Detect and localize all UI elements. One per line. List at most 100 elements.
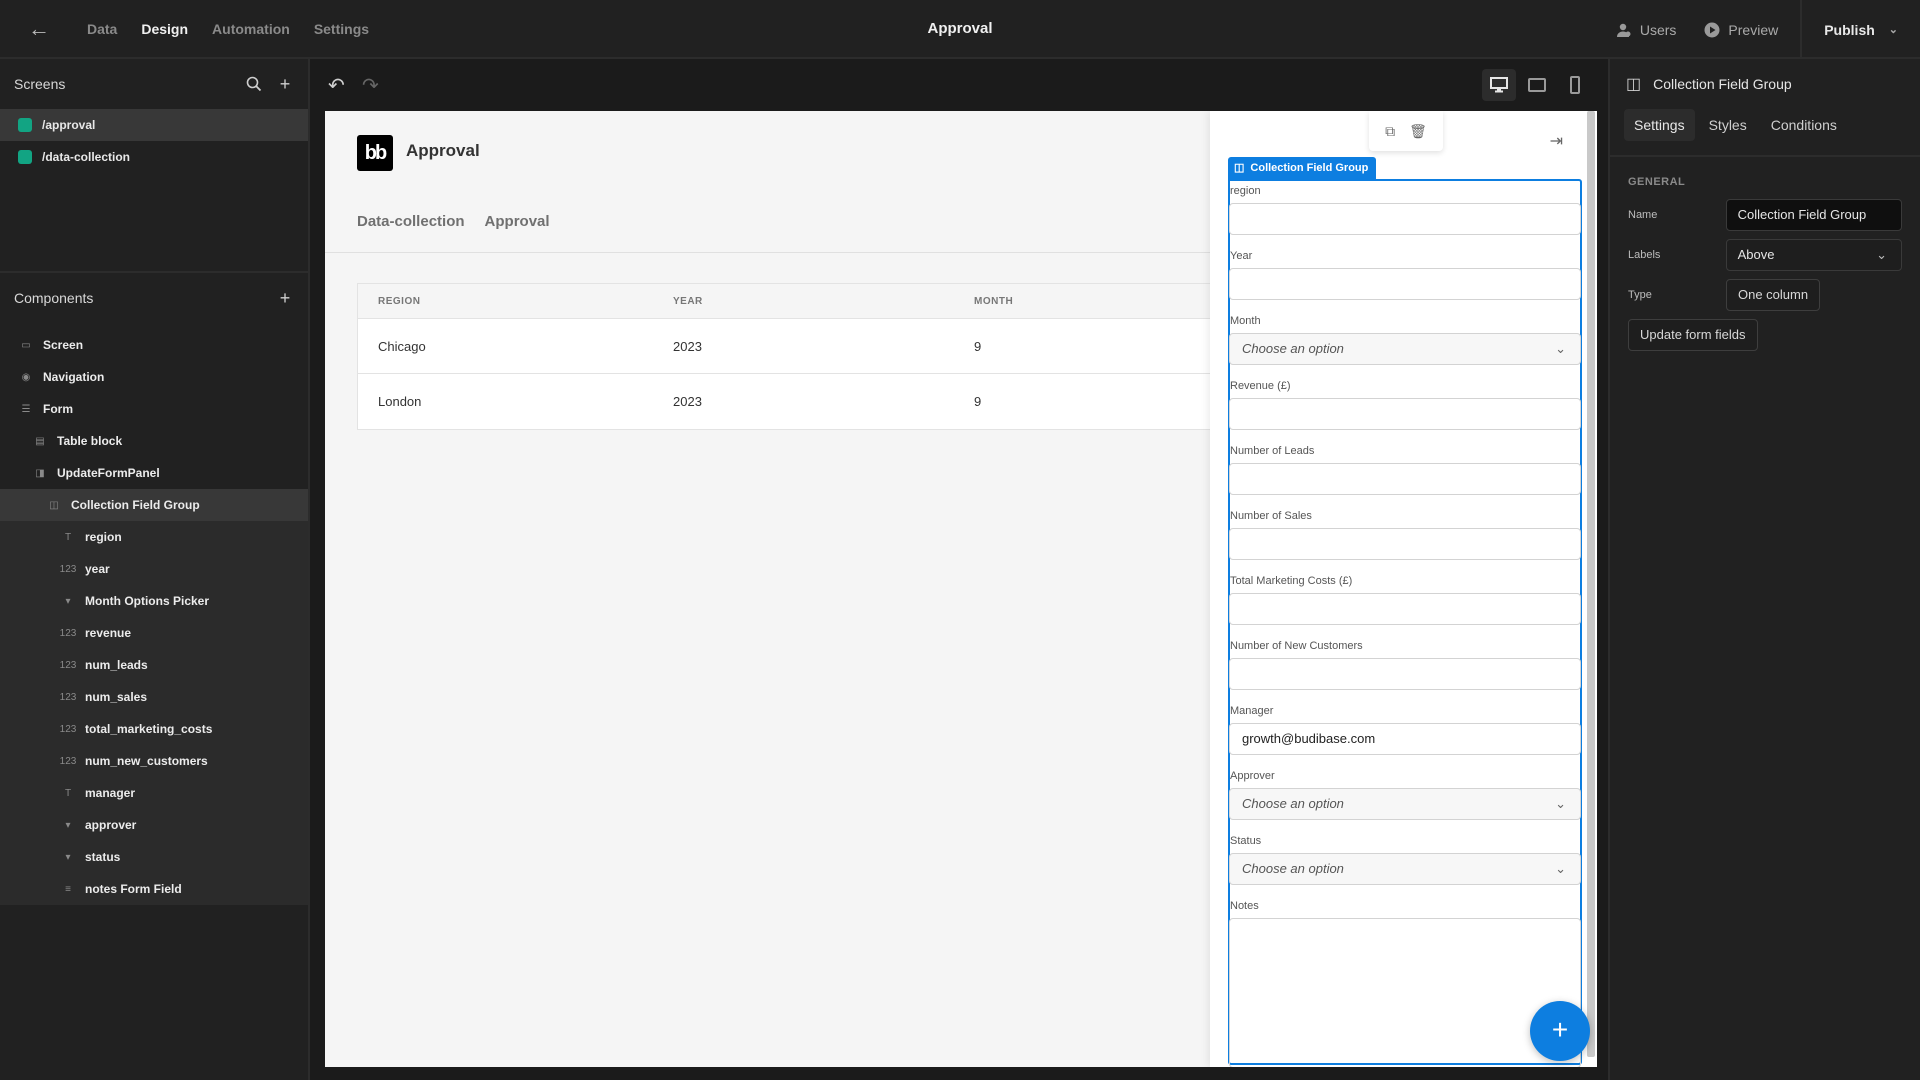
table-row[interactable]: London 2023 9 bbox=[358, 374, 1356, 429]
update-form-fields-button[interactable]: Update form fields bbox=[1628, 319, 1758, 351]
add-component-fab[interactable]: + bbox=[1530, 1001, 1590, 1061]
close-panel-icon[interactable]: ⇥ bbox=[1550, 131, 1563, 151]
status-select[interactable]: Choose an option ⌄ bbox=[1229, 853, 1581, 885]
canvas-area: ↶ ↷ bb Approval Data-collection Approval bbox=[312, 61, 1606, 1080]
notes-textarea[interactable] bbox=[1229, 918, 1581, 1067]
side-panel-scrollbar[interactable] bbox=[1587, 111, 1595, 1057]
region-input[interactable] bbox=[1229, 203, 1581, 235]
preview-button[interactable]: Preview bbox=[1690, 0, 1792, 59]
tree-item-label: Form bbox=[43, 402, 73, 416]
tree-item-num-leads[interactable]: 123 num_leads bbox=[0, 649, 308, 681]
tree-item-navigation[interactable]: ◉ Navigation bbox=[0, 361, 308, 393]
field-group-icon: ◫ bbox=[49, 499, 59, 511]
dropdown-icon: ▾ bbox=[65, 851, 71, 863]
chevron-down-icon: ⌄ bbox=[1555, 796, 1566, 811]
num-sales-input[interactable] bbox=[1229, 528, 1581, 560]
screen-item-label: /approval bbox=[42, 118, 96, 132]
tree-item-region[interactable]: Tregion bbox=[0, 521, 308, 553]
tab-component-settings[interactable]: Settings bbox=[1624, 109, 1695, 141]
trash-icon[interactable]: 🗑 bbox=[1409, 123, 1427, 140]
duplicate-icon[interactable]: ⧉ bbox=[1385, 123, 1395, 140]
labels-label: Labels bbox=[1628, 249, 1661, 261]
field-label: Number of Leads bbox=[1230, 445, 1315, 457]
tab-styles[interactable]: Styles bbox=[1699, 109, 1757, 141]
number-icon: 123 bbox=[59, 755, 77, 767]
undo-icon[interactable]: ↶ bbox=[328, 73, 345, 98]
field-label: Approver bbox=[1230, 770, 1275, 782]
tree-item-screen[interactable]: ▭ Screen bbox=[0, 329, 308, 361]
field-approver: Approver Choose an option ⌄ bbox=[1229, 766, 1581, 820]
publish-button[interactable]: Publish ⌄ bbox=[1800, 0, 1920, 59]
tree-item-num-new-customers[interactable]: 123 num_new_customers bbox=[0, 745, 308, 777]
tablet-view-button[interactable] bbox=[1520, 69, 1554, 101]
tab-data[interactable]: Data bbox=[75, 0, 129, 59]
screens-title: Screens bbox=[14, 76, 66, 92]
field-num-leads: Number of Leads bbox=[1229, 441, 1581, 495]
add-screen-icon[interactable]: + bbox=[276, 75, 294, 93]
field-num-sales: Number of Sales bbox=[1229, 506, 1581, 560]
field-label: Number of Sales bbox=[1230, 510, 1312, 522]
tab-conditions[interactable]: Conditions bbox=[1761, 109, 1847, 141]
screen-item-data-collection[interactable]: /data-collection bbox=[0, 141, 308, 173]
num-leads-input[interactable] bbox=[1229, 463, 1581, 495]
approver-select[interactable]: Choose an option ⌄ bbox=[1229, 788, 1581, 820]
screen-item-approval[interactable]: /approval bbox=[0, 109, 308, 141]
field-group-icon: ◫ bbox=[1234, 162, 1245, 174]
desktop-view-button[interactable] bbox=[1482, 69, 1516, 101]
screen-item-label: /data-collection bbox=[42, 150, 131, 164]
tablet-icon bbox=[1528, 78, 1546, 92]
tree-item-revenue[interactable]: 123 revenue bbox=[0, 617, 308, 649]
field-manager: Manager growth@budibase.com bbox=[1229, 701, 1581, 755]
tree-item-status[interactable]: ▾ status bbox=[0, 841, 308, 873]
num-new-customers-input[interactable] bbox=[1229, 658, 1581, 690]
preview-nav: Data-collection Approval bbox=[357, 213, 550, 230]
tree-item-notes-form-field[interactable]: ≡ notes Form Field bbox=[0, 873, 308, 905]
publish-label: Publish bbox=[1824, 21, 1875, 38]
app-logo: bb bbox=[357, 135, 393, 171]
preview-nav-data-collection[interactable]: Data-collection bbox=[357, 213, 465, 230]
tree-item-month-options-picker[interactable]: ▾ Month Options Picker bbox=[0, 585, 308, 617]
manager-input[interactable]: growth@budibase.com bbox=[1229, 723, 1581, 755]
total-marketing-costs-input[interactable] bbox=[1229, 593, 1581, 625]
tree-item-total-marketing-costs[interactable]: 123 total_marketing_costs bbox=[0, 713, 308, 745]
update-form-side-panel: ⧉ 🗑 ⇥ ◫ Collection Field Group region Ye… bbox=[1210, 111, 1597, 1067]
type-one-column-button[interactable]: One column bbox=[1726, 279, 1821, 311]
component-tree: ▭ Screen ◉ Navigation ☰ Form ▤ Table block ◨… bbox=[0, 323, 308, 905]
update-fields-row: Update form fields bbox=[1628, 315, 1902, 355]
tree-item-num-sales[interactable]: 123 num_sales bbox=[0, 681, 308, 713]
table-row[interactable]: Chicago 2023 9 bbox=[358, 319, 1356, 374]
tree-item-approver[interactable]: ▾ approver bbox=[0, 809, 308, 841]
year-input[interactable] bbox=[1229, 268, 1581, 300]
name-input[interactable]: Collection Field Group bbox=[1725, 199, 1902, 231]
users-button[interactable]: Users bbox=[1602, 0, 1691, 59]
field-label: Status bbox=[1230, 835, 1262, 847]
tree-item-label: num_leads bbox=[85, 658, 148, 672]
month-select[interactable]: Choose an option ⌄ bbox=[1229, 333, 1581, 365]
number-icon: 123 bbox=[59, 691, 77, 703]
field-num-new-customers: Number of New Customers bbox=[1229, 636, 1581, 690]
tree-item-collection-field-group[interactable]: ◫ Collection Field Group bbox=[0, 489, 308, 521]
revenue-input[interactable] bbox=[1229, 398, 1581, 430]
tab-design[interactable]: Design bbox=[129, 0, 200, 61]
column-header-year[interactable]: YEAR bbox=[653, 296, 954, 307]
tree-item-manager[interactable]: Tmanager bbox=[0, 777, 308, 809]
search-icon[interactable] bbox=[246, 76, 262, 92]
tree-item-update-form-panel[interactable]: ◨ UpdateFormPanel bbox=[0, 457, 308, 489]
add-component-icon[interactable]: + bbox=[276, 289, 294, 307]
number-icon: 123 bbox=[59, 627, 77, 639]
settings-panel-header: ◫ Collection Field Group bbox=[1610, 59, 1920, 109]
column-header-region[interactable]: REGION bbox=[358, 296, 653, 307]
tree-item-year[interactable]: 123 year bbox=[0, 553, 308, 585]
preview-nav-approval[interactable]: Approval bbox=[485, 213, 550, 230]
labels-select[interactable]: Above ⌄ bbox=[1725, 239, 1902, 271]
app-preview: bb Approval Data-collection Approval REG… bbox=[325, 111, 1597, 1067]
tree-item-form[interactable]: ☰ Form bbox=[0, 393, 308, 425]
tab-settings[interactable]: Settings bbox=[302, 0, 381, 59]
field-group-icon: ◫ bbox=[1626, 76, 1642, 93]
screens-header: Screens + bbox=[0, 59, 308, 109]
mobile-view-button[interactable] bbox=[1558, 69, 1592, 101]
redo-icon[interactable]: ↷ bbox=[362, 73, 379, 98]
tab-automation[interactable]: Automation bbox=[200, 0, 302, 59]
back-arrow-icon[interactable]: ← bbox=[26, 16, 52, 42]
tree-item-table-block[interactable]: ▤ Table block bbox=[0, 425, 308, 457]
